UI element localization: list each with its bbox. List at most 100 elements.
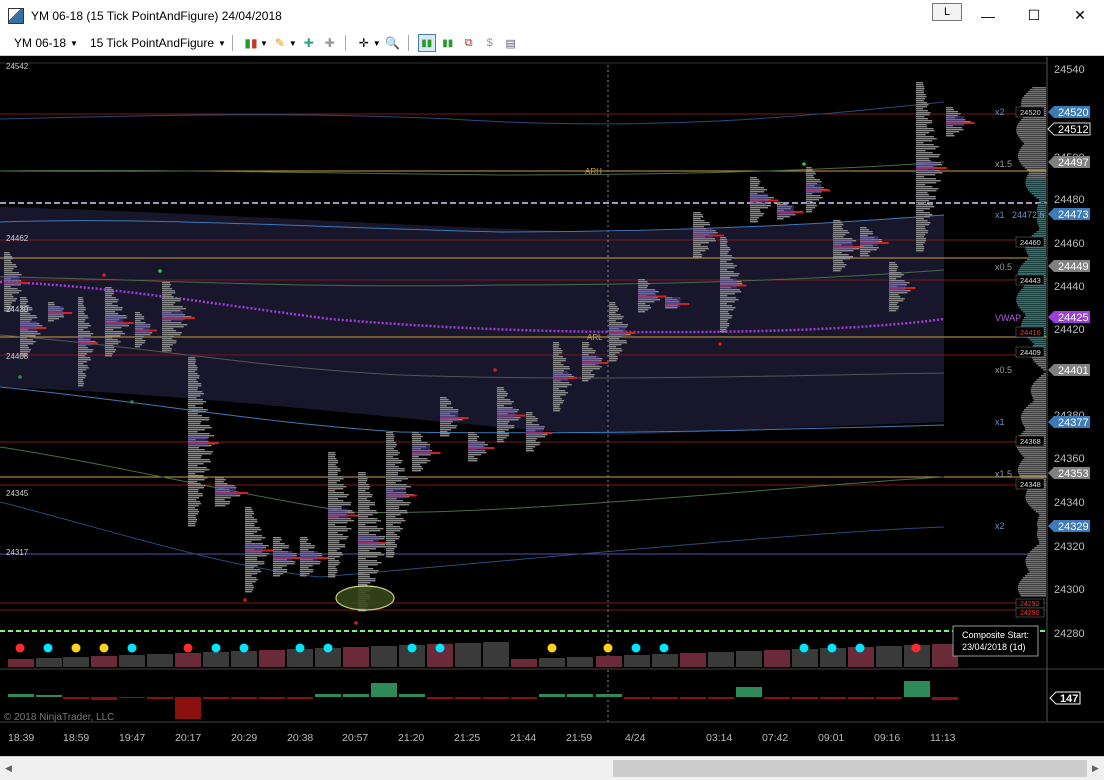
profile-row <box>582 368 600 370</box>
profile-row <box>386 456 394 458</box>
profile-row <box>582 348 593 350</box>
remove-indicator-icon[interactable]: ✚ <box>321 34 339 52</box>
delta-bar <box>680 697 706 699</box>
profile-row <box>526 416 536 418</box>
profile-row <box>188 403 204 405</box>
profile-row <box>188 503 202 505</box>
link-button[interactable]: L <box>932 3 962 21</box>
profile-row <box>386 540 396 542</box>
time-axis-label: 20:29 <box>231 732 257 744</box>
profile-row <box>386 536 401 538</box>
profile-row <box>526 450 535 452</box>
signal-marker <box>802 162 806 166</box>
time-axis-label: 07:42 <box>762 732 788 744</box>
profile-row <box>386 554 395 556</box>
close-button[interactable]: ✕ <box>1057 0 1103 31</box>
chevron-down-icon[interactable]: ▼ <box>373 39 381 48</box>
zoom-icon[interactable]: 🔍 <box>384 34 402 52</box>
profile-row <box>300 537 308 539</box>
composite-row <box>1016 297 1046 299</box>
profile-row <box>693 256 702 258</box>
profile-row <box>833 234 846 236</box>
composite-row <box>1024 167 1046 169</box>
scroll-right-icon[interactable]: ▶ <box>1087 757 1104 780</box>
left-price-tag: 24542 <box>6 62 29 71</box>
properties-icon[interactable]: $ <box>481 34 499 52</box>
profile-row <box>78 351 93 353</box>
composite-row <box>1024 317 1046 319</box>
profile-value-area <box>20 321 37 331</box>
right-price-tag-label: 24377 <box>1058 417 1089 429</box>
scroll-thumb[interactable] <box>613 760 1087 777</box>
profile-row <box>412 460 431 462</box>
profile-row <box>4 288 18 290</box>
composite-start-value: 23/04/2018 (1d) <box>962 642 1026 652</box>
profile-value-area <box>665 297 681 307</box>
scroll-left-icon[interactable]: ◀ <box>0 757 17 780</box>
profile-row <box>358 506 370 508</box>
profile-row <box>386 530 401 532</box>
add-indicator-icon[interactable]: ✚ <box>300 34 318 52</box>
profile-row <box>188 453 212 455</box>
profile-row <box>440 421 453 423</box>
delta-bar <box>596 694 622 697</box>
profile-row <box>188 463 204 465</box>
profile-row <box>328 474 338 476</box>
chart-canvas[interactable]: 24542 24462 24430 24408 24345 24317 ARH … <box>0 57 1104 755</box>
profile-row <box>188 365 197 367</box>
profile-row <box>358 552 382 554</box>
templates-icon[interactable]: ▤ <box>502 34 520 52</box>
profile-row <box>916 206 935 208</box>
composite-row <box>1038 517 1046 519</box>
composite-row <box>1022 319 1046 321</box>
profile-value-area <box>553 371 569 381</box>
composite-row <box>1024 313 1046 315</box>
instrument-selector[interactable]: YM 06-18 ▼ <box>14 36 78 50</box>
maximize-button[interactable]: ☐ <box>1011 0 1057 31</box>
profile-row <box>78 311 84 313</box>
profile-row <box>889 268 898 270</box>
chevron-down-icon[interactable]: ▼ <box>289 39 297 48</box>
bar-style-icon[interactable]: ▮ ▮ <box>242 34 260 52</box>
profile-row <box>526 448 533 450</box>
chevron-down-icon[interactable]: ▼ <box>260 39 268 48</box>
composite-row <box>1037 527 1046 529</box>
delta-bar <box>652 697 678 699</box>
price-axis[interactable]: 24540 24500 24480 24460 24440 24420 2438… <box>1054 64 1085 640</box>
profile-row <box>720 269 728 271</box>
profile-row <box>386 448 394 450</box>
profile-row <box>553 396 561 398</box>
period-selector[interactable]: 15 Tick PointAndFigure ▼ <box>90 36 226 50</box>
minimize-button[interactable]: — <box>965 0 1011 31</box>
horizontal-scrollbar[interactable]: ◀ ▶ <box>0 756 1104 780</box>
profile-row <box>358 504 375 506</box>
profile-row <box>78 375 87 377</box>
data-series-icon[interactable]: ▮▮ <box>439 34 457 52</box>
profile-row <box>806 169 813 171</box>
profile-row <box>386 522 402 524</box>
profile-row <box>105 343 119 345</box>
profile-row <box>273 569 288 571</box>
composite-row <box>1022 577 1046 579</box>
profile-row <box>328 504 351 506</box>
profile-row <box>386 452 400 454</box>
profile-row <box>20 333 41 335</box>
profile-row <box>497 425 515 427</box>
chart-style-icon[interactable]: ▮▮ <box>417 34 436 52</box>
composite-row <box>1018 585 1046 587</box>
price-axis-label: 24460 <box>1054 238 1085 250</box>
profile-row <box>328 526 347 528</box>
composite-row <box>1018 293 1046 295</box>
composite-row <box>1021 579 1046 581</box>
chart-panel[interactable]: 24542 24462 24430 24408 24345 24317 ARH … <box>0 57 1104 755</box>
crosshair-icon[interactable]: ✛ <box>355 34 373 52</box>
profile-row <box>188 423 201 425</box>
profile-row <box>497 427 515 429</box>
profile-row <box>358 496 372 498</box>
drawing-tool-icon[interactable]: ✎ <box>271 34 289 52</box>
composite-row <box>1021 323 1046 325</box>
strategies-icon[interactable]: ⧉ <box>460 34 478 52</box>
composite-row <box>1039 227 1046 229</box>
time-axis[interactable]: 18:39 18:59 19:47 20:17 20:29 20:38 20:5… <box>8 732 956 744</box>
profile-row <box>806 211 813 213</box>
